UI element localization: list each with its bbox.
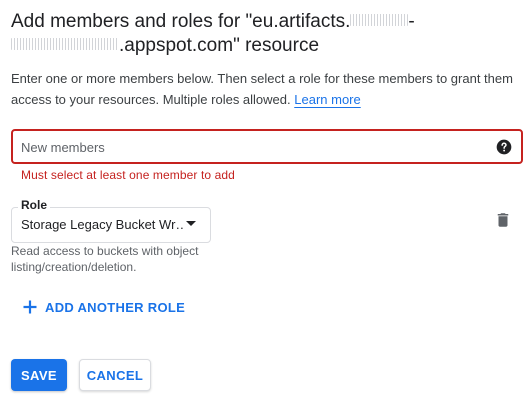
new-members-input[interactable] [21, 136, 461, 158]
chevron-down-icon [186, 221, 196, 226]
add-another-role-label: ADD ANOTHER ROLE [45, 299, 186, 315]
role-selected-value: Storage Legacy Bucket Wr… [21, 217, 183, 232]
trash-icon[interactable] [494, 211, 512, 229]
title-text-start: Add members and roles for "eu.artifacts. [11, 11, 351, 32]
redacted-project-suffix [11, 38, 119, 51]
help-circle-icon[interactable] [496, 139, 512, 155]
members-error-message: Must select at least one member to add [21, 168, 235, 182]
dialog-title: Add members and roles for "eu.artifacts.… [11, 10, 516, 58]
save-button[interactable]: SAVE [11, 359, 67, 391]
dialog-description: Enter one or more members below. Then se… [11, 68, 516, 110]
role-description: Read access to buckets with object listi… [11, 244, 199, 274]
new-members-field[interactable] [11, 129, 523, 164]
learn-more-link[interactable]: Learn more [294, 92, 360, 107]
title-text-end: .appspot.com" resource [119, 35, 320, 56]
title-text-dash: - [408, 11, 415, 32]
description-text: Enter one or more members below. Then se… [11, 71, 513, 107]
role-label: Role [18, 198, 51, 212]
cancel-button[interactable]: CANCEL [79, 359, 151, 391]
add-another-role-button[interactable]: ADD ANOTHER ROLE [17, 293, 191, 321]
redacted-project-id [350, 14, 409, 27]
plus-icon [23, 300, 37, 314]
role-select[interactable]: Storage Legacy Bucket Wr… [11, 207, 211, 243]
